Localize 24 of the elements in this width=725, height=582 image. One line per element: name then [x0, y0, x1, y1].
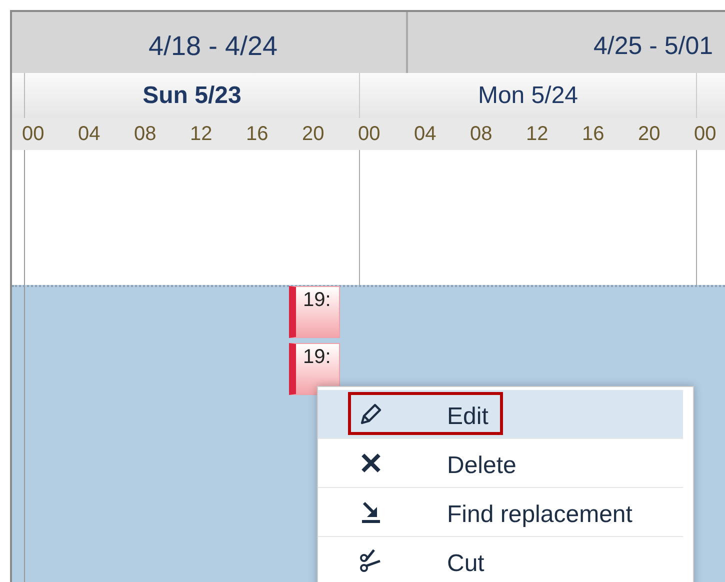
- pencil-icon: [358, 401, 384, 427]
- hour-label: 16: [582, 123, 604, 145]
- week-header: 4/25 - 5/01: [592, 30, 714, 62]
- hour-label: 08: [470, 123, 492, 145]
- menu-item[interactable]: Delete: [318, 439, 683, 488]
- menu-item[interactable]: Find replacement: [318, 488, 683, 537]
- hour-label: 12: [190, 123, 212, 145]
- hour-label: 04: [78, 123, 100, 145]
- hour-label: 00: [358, 123, 380, 145]
- menu-item-label: Edit: [447, 402, 488, 432]
- hour-label: 20: [302, 123, 324, 145]
- hour-label: 00: [22, 123, 44, 145]
- menu-item-label: Delete: [447, 451, 516, 481]
- menu-item[interactable]: Edit: [318, 390, 683, 439]
- event-block[interactable]: 19:: [289, 286, 340, 338]
- hour-label: 12: [526, 123, 548, 145]
- hour-label: 20: [638, 123, 660, 145]
- hour-label: 08: [134, 123, 156, 145]
- hour-label: 16: [246, 123, 268, 145]
- menu-item-label: Cut: [447, 549, 484, 579]
- hour-label: 04: [414, 123, 436, 145]
- event-block[interactable]: 19:: [289, 343, 340, 395]
- hour-label: 00: [694, 123, 716, 145]
- menu-item-label: Find replacement: [447, 500, 632, 530]
